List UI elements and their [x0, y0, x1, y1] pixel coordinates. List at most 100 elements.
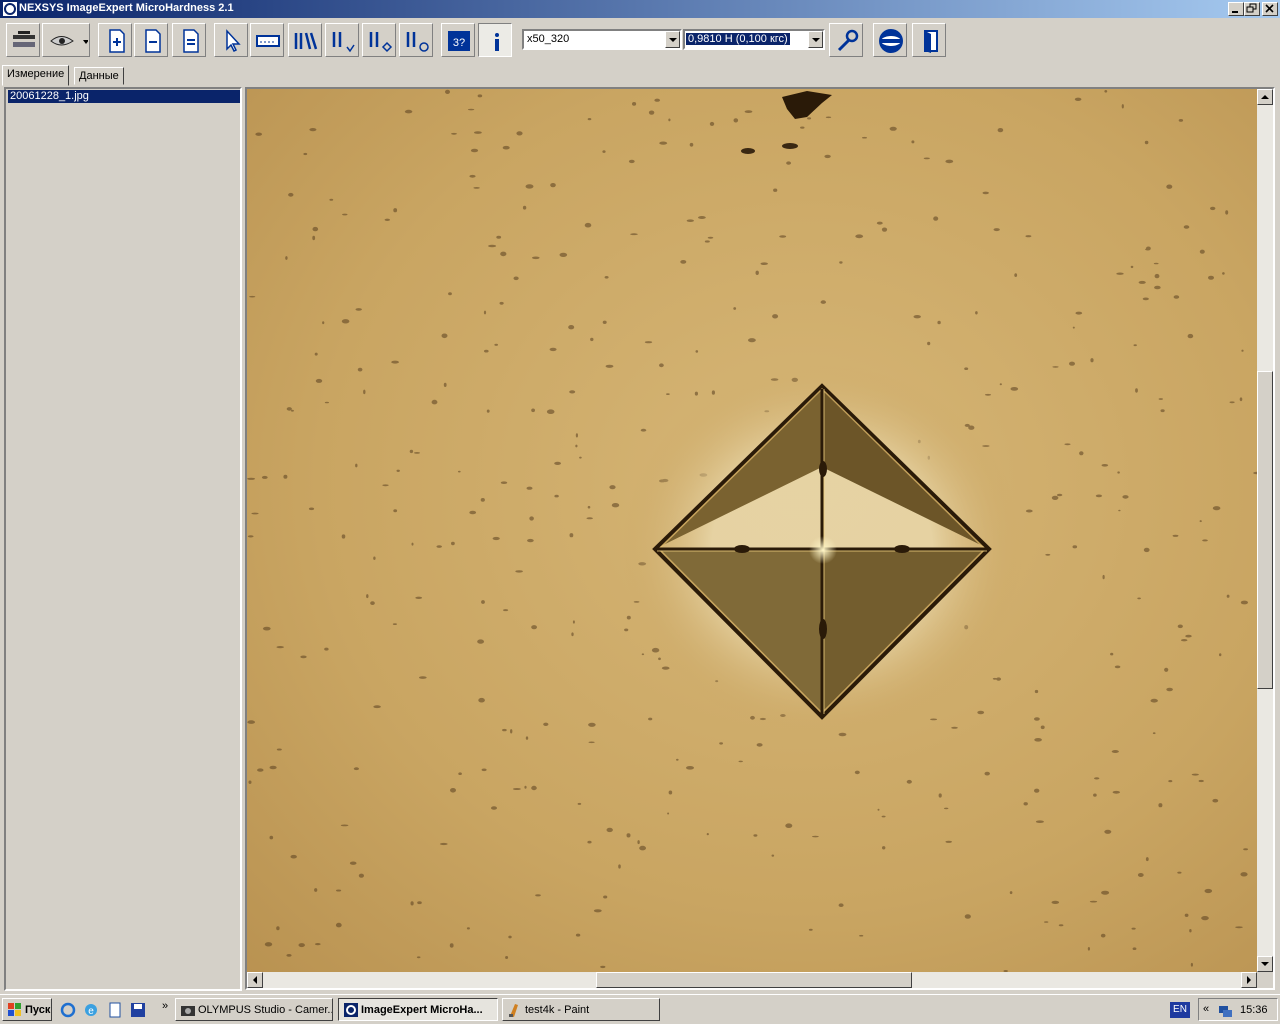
new-file-button[interactable]: [98, 23, 132, 57]
language-indicator[interactable]: EN: [1170, 1002, 1190, 1018]
tab-data[interactable]: Данные: [74, 67, 124, 85]
surface-speckle: [945, 840, 952, 843]
tab-measurement[interactable]: Измерение: [2, 65, 70, 86]
tray-expand-icon[interactable]: «: [1203, 1003, 1209, 1015]
surface-speckle: [584, 222, 592, 228]
scroll-right-button[interactable]: [1241, 972, 1257, 988]
surface-speckle: [825, 116, 832, 119]
app-icon[interactable]: [3, 2, 17, 16]
surface-speckle: [588, 722, 596, 727]
exit-button[interactable]: [912, 23, 946, 57]
surface-speckle: [733, 118, 739, 123]
surface-speckle: [1075, 311, 1083, 315]
surface-speckle: [451, 541, 455, 546]
surface-speckle: [535, 894, 541, 897]
surface-speckle: [341, 534, 346, 539]
minimize-button[interactable]: [1228, 2, 1244, 16]
save-file-button[interactable]: [172, 23, 206, 57]
surface-speckle: [1222, 272, 1225, 275]
surface-speckle: [1184, 913, 1189, 917]
surface-speckle: [396, 469, 400, 472]
image-viewer[interactable]: [245, 87, 1275, 990]
horizontal-scrollbar[interactable]: [247, 972, 1257, 988]
surface-speckle: [355, 308, 362, 311]
info-button[interactable]: [478, 23, 512, 57]
taskbar-app-olympus[interactable]: OLYMPUS Studio - Camer...: [175, 998, 333, 1021]
browser-icon[interactable]: e: [83, 1002, 99, 1018]
surface-speckle: [694, 391, 698, 396]
vertical-scrollbar[interactable]: [1257, 89, 1273, 972]
surface-speckle: [436, 545, 442, 548]
calibrate-button[interactable]: 3?: [441, 23, 475, 57]
surface-speckle: [467, 108, 475, 111]
chevron-down-icon[interactable]: [665, 31, 680, 48]
ruler-button[interactable]: [250, 23, 284, 57]
measure-down-button[interactable]: [325, 23, 359, 57]
surface-speckle: [648, 717, 653, 721]
surface-speckle: [859, 934, 864, 937]
taskbar-app-imageexpert[interactable]: ImageExpert MicroHa...: [338, 998, 498, 1021]
surface-speckle: [1201, 916, 1209, 921]
surface-speckle: [1135, 388, 1138, 393]
surface-speckle: [590, 337, 594, 342]
surface-speckle: [1110, 652, 1114, 656]
taskbar-app-paint[interactable]: test4k - Paint: [502, 998, 660, 1021]
surface-speckle: [526, 486, 533, 490]
surface-speckle: [889, 126, 897, 131]
clock[interactable]: 15:36: [1240, 1004, 1268, 1016]
ie-icon[interactable]: [60, 1002, 76, 1018]
surface-speckle: [499, 301, 504, 305]
floppy-icon[interactable]: [130, 1002, 146, 1018]
restore-button[interactable]: [1244, 2, 1260, 16]
surface-speckle: [1173, 295, 1180, 299]
surface-speckle: [571, 632, 574, 637]
horizontal-scroll-thumb[interactable]: [596, 972, 912, 988]
pointer-button[interactable]: [214, 23, 248, 57]
view-mode-button[interactable]: [42, 23, 90, 57]
surface-speckle: [247, 477, 256, 480]
network-icon[interactable]: [1217, 1002, 1233, 1018]
surface-speckle: [1219, 653, 1222, 657]
quicklaunch-more-icon[interactable]: »: [162, 1000, 168, 1012]
settings-button[interactable]: [829, 23, 863, 57]
surface-speckle: [473, 187, 480, 189]
surface-speckle: [812, 835, 819, 838]
open-file-button[interactable]: [134, 23, 168, 57]
surface-speckle: [676, 758, 679, 761]
scroll-left-button[interactable]: [247, 972, 263, 988]
surface-speckle: [285, 256, 288, 260]
minimize-icon: [1232, 11, 1238, 13]
surface-speckle: [382, 484, 389, 487]
measure-multi-button[interactable]: [288, 23, 322, 57]
surface-speckle: [575, 933, 581, 937]
close-button[interactable]: [1262, 2, 1278, 16]
surface-speckle: [470, 148, 479, 153]
objective-select[interactable]: x50_320: [522, 29, 682, 50]
surface-speckle: [984, 771, 990, 776]
list-item[interactable]: 20061228_1.jpg: [8, 90, 240, 103]
notepad-icon[interactable]: [107, 1002, 123, 1018]
surface-speckle: [1116, 272, 1124, 275]
measure-diamond-button[interactable]: [362, 23, 396, 57]
file-list[interactable]: 20061228_1.jpg: [4, 87, 242, 991]
stage-button[interactable]: [6, 23, 40, 57]
surface-speckle: [602, 320, 607, 324]
vertical-scroll-thumb[interactable]: [1257, 371, 1273, 689]
scroll-down-button[interactable]: [1257, 956, 1273, 972]
tab-data-label: Данные: [79, 70, 119, 82]
surface-speckle: [341, 319, 350, 324]
surface-speckle: [502, 145, 510, 150]
surface-speckle: [786, 161, 791, 165]
scroll-up-button[interactable]: [1257, 89, 1273, 105]
chevron-down-icon[interactable]: [808, 31, 823, 48]
load-select[interactable]: 0,9810 Н (0,100 кгс): [683, 29, 825, 50]
surface-speckle: [575, 444, 578, 448]
micrograph-image[interactable]: [247, 89, 1257, 972]
microscope-button[interactable]: [873, 23, 907, 57]
surface-speckle: [448, 292, 452, 296]
surface-speckle: [496, 235, 502, 239]
surface-speckle: [1138, 280, 1146, 284]
start-button[interactable]: Пуск: [2, 998, 52, 1021]
measure-circle-button[interactable]: [399, 23, 433, 57]
surface-speckle: [257, 768, 264, 772]
